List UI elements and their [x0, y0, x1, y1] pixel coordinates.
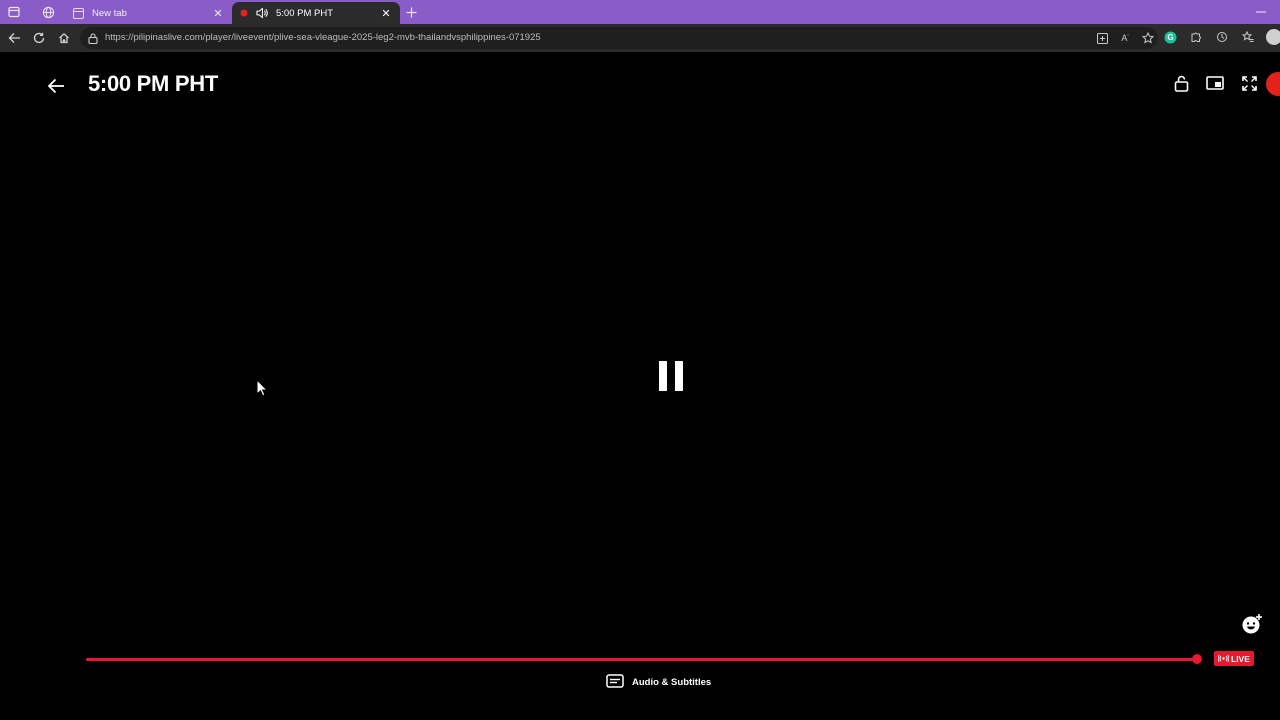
extensions-area: G — [1162, 29, 1280, 45]
profile-avatar[interactable] — [1266, 29, 1280, 45]
pause-icon[interactable] — [655, 358, 687, 394]
progress-bar[interactable] — [86, 658, 1198, 661]
fullscreen-icon[interactable] — [1238, 72, 1260, 94]
tab-title: 5:00 PM PHT — [276, 7, 334, 19]
subtitles-icon — [606, 674, 624, 691]
address-bar[interactable]: https://pilipinaslive.com/player/liveeve… — [80, 27, 1158, 49]
back-arrow-icon[interactable] — [44, 74, 68, 98]
tab-actions-icon[interactable] — [3, 2, 25, 22]
mouse-cursor-icon — [256, 378, 269, 397]
audio-subtitles-button[interactable]: Audio & Subtitles — [606, 674, 711, 691]
new-tab-plus-icon[interactable] — [400, 2, 422, 22]
video-player[interactable]: 5:00 PM PHT LIVE Audio & Subtitles — [0, 52, 1280, 720]
tab-player[interactable]: 5:00 PM PHT ✕ — [232, 2, 400, 24]
globe-icon[interactable] — [37, 2, 59, 22]
site-favicon — [238, 7, 250, 19]
refresh-icon[interactable] — [30, 29, 48, 47]
url-text: https://pilipinaslive.com/player/liveeve… — [105, 32, 541, 43]
browser-toolbar: https://pilipinaslive.com/player/liveeve… — [0, 24, 1280, 52]
progress-fill — [86, 658, 1198, 661]
lock-open-icon[interactable] — [1170, 72, 1192, 94]
channel-logo[interactable] — [1266, 72, 1280, 96]
read-aloud-icon[interactable]: Aʼ — [1117, 30, 1133, 46]
audio-subtitles-label: Audio & Subtitles — [632, 677, 712, 688]
close-tab-icon[interactable]: ✕ — [210, 5, 226, 21]
tab-title: New tab — [92, 7, 127, 19]
close-tab-icon[interactable]: ✕ — [378, 5, 394, 21]
site-info-icon[interactable] — [86, 31, 100, 45]
live-broadcast-icon — [1218, 655, 1229, 662]
minimize-window-icon[interactable] — [1250, 2, 1272, 22]
svg-text:G: G — [1167, 33, 1173, 42]
favorites-list-icon[interactable] — [1240, 29, 1256, 45]
live-label: LIVE — [1231, 653, 1250, 664]
player-top-controls — [1170, 72, 1260, 94]
app-install-icon[interactable] — [1094, 30, 1110, 46]
grammarly-icon[interactable]: G — [1162, 29, 1178, 45]
progress-scrubber[interactable] — [1192, 654, 1202, 664]
browser-tab-strip: New tab ✕ 5:00 PM PHT ✕ — [0, 0, 1280, 24]
extensions-puzzle-icon[interactable] — [1188, 29, 1204, 45]
reaction-emoji-icon[interactable] — [1241, 613, 1263, 635]
back-arrow-icon[interactable] — [5, 29, 23, 47]
picture-in-picture-icon[interactable] — [1204, 72, 1226, 94]
home-icon[interactable] — [55, 29, 73, 47]
player-title: 5:00 PM PHT — [88, 71, 218, 96]
favorite-star-icon[interactable] — [1140, 30, 1156, 46]
browser-essentials-icon[interactable] — [1214, 29, 1230, 45]
new-tab-icon — [72, 7, 84, 19]
live-badge[interactable]: LIVE — [1214, 651, 1254, 666]
speaker-icon[interactable] — [256, 7, 268, 19]
tab-new-tab[interactable]: New tab ✕ — [66, 2, 232, 24]
